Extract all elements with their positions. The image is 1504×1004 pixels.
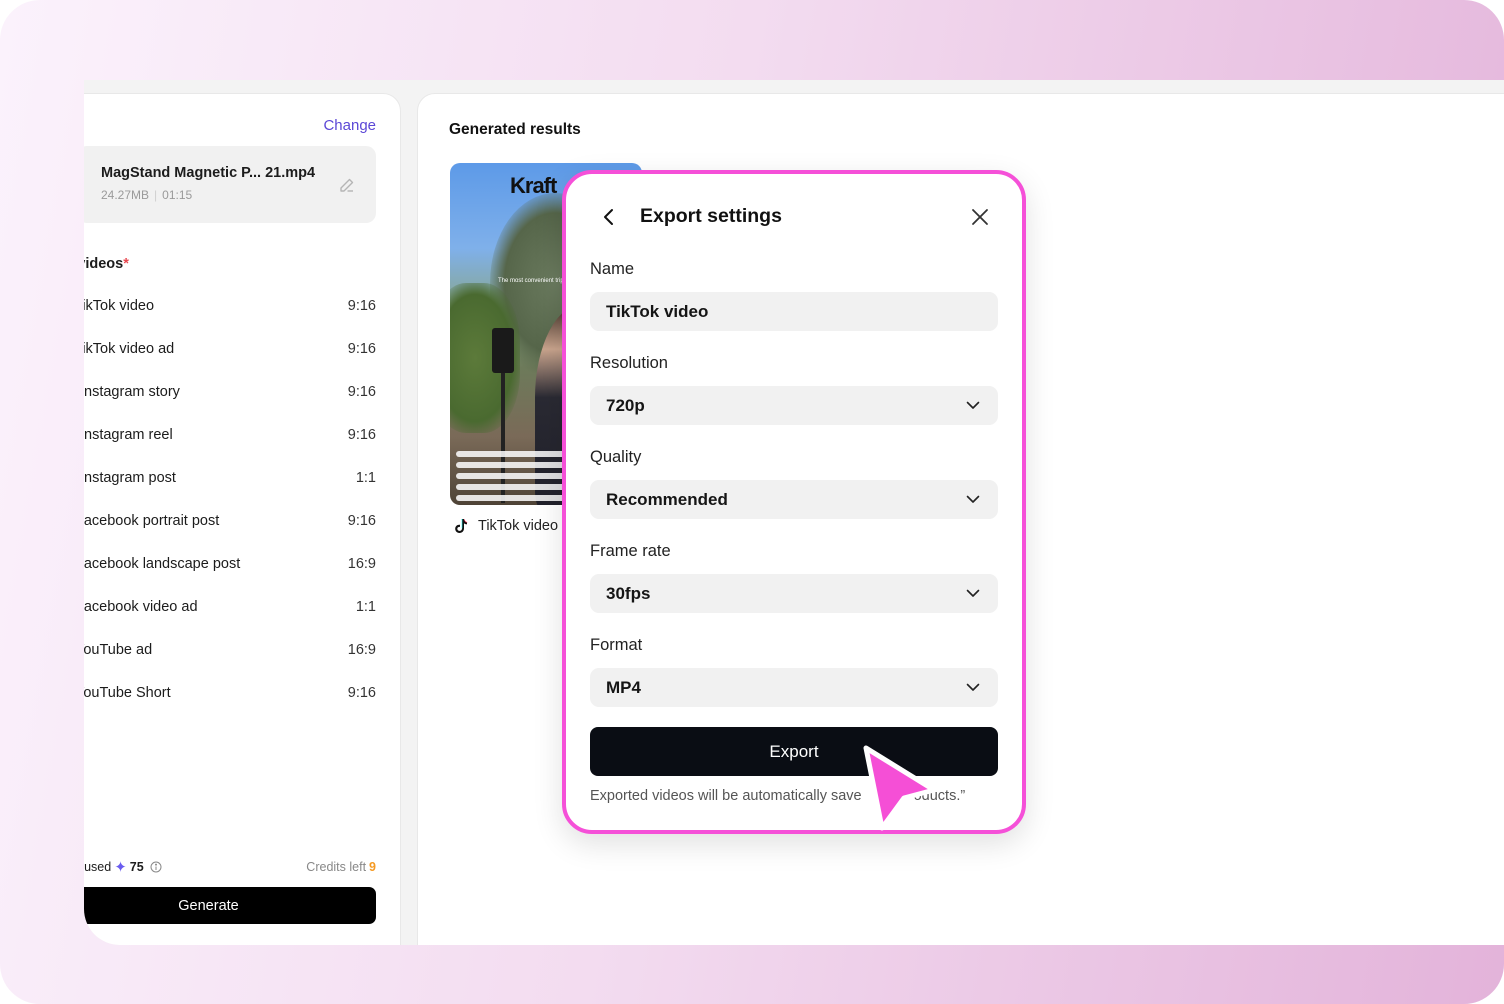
platform-label: Facebook video ad	[84, 598, 198, 615]
platform-label: Instagram reel	[84, 426, 173, 443]
frame-rate-label: Frame rate	[590, 542, 671, 560]
credits-row: Credits used ✦75 Credits left9	[84, 857, 376, 877]
thumbnail-label-text: TikTok video	[478, 518, 559, 534]
platform-label: TikTok video	[84, 297, 155, 314]
close-icon[interactable]	[970, 207, 990, 227]
resolution-value: 720p	[606, 395, 645, 415]
thumbnail-phone	[492, 328, 514, 373]
chevron-down-icon	[966, 683, 980, 691]
platform-item[interactable]: Instagram story 9:16	[84, 370, 376, 413]
platform-item[interactable]: Facebook portrait post 9:16	[84, 499, 376, 542]
credits-left-value: 9	[369, 860, 376, 874]
platform-label: Instagram post	[84, 469, 176, 486]
aspect-ratio: 1:1	[355, 469, 376, 486]
source-file-card: MagStand Magnetic P... 21.mp4 24.27MB | 01…	[84, 146, 376, 223]
platform-item[interactable]: YouTube Short 9:16	[84, 671, 376, 714]
info-icon[interactable]	[150, 861, 162, 873]
chevron-left-icon[interactable]	[600, 207, 618, 227]
export-settings-dialog: Export settings Name Resolution 720p Qua…	[562, 170, 1026, 834]
credits-used: Credits used ✦75	[84, 858, 162, 876]
aspect-ratio: 9:16	[347, 383, 376, 400]
chevron-down-icon	[966, 589, 980, 597]
platform-item[interactable]: Facebook landscape post 16:9	[84, 542, 376, 585]
name-input[interactable]	[606, 301, 998, 322]
format-label: Format	[590, 636, 643, 654]
source-settings-panel: Change MagStand Magnetic P... 21.mp4 24.…	[84, 93, 401, 945]
edit-icon[interactable]	[338, 176, 356, 194]
platform-label: Facebook landscape post	[84, 555, 241, 572]
frame-rate-select[interactable]: 30fps	[590, 574, 998, 613]
credits-used-value: 75	[129, 860, 144, 874]
background-frame: Change MagStand Magnetic P... 21.mp4 24.…	[0, 0, 1504, 1004]
name-field[interactable]	[590, 292, 998, 331]
file-name: MagStand Magnetic P... 21.mp4	[101, 165, 316, 181]
meta-separator: |	[154, 188, 158, 202]
credits-left-label: Credits left	[306, 860, 367, 874]
sparkle-icon: ✦	[114, 859, 127, 876]
resolution-label: Resolution	[590, 354, 668, 372]
required-mark: *	[123, 256, 129, 272]
platforms-heading-text: Platforms for videos	[84, 256, 124, 272]
thumbnail-logo: Kraft	[510, 173, 557, 198]
quality-value: Recommended	[606, 489, 728, 509]
thumbnail-label: TikTok video	[454, 518, 558, 534]
credits-left: Credits left 9	[306, 860, 376, 874]
credits-used-label: Credits used	[84, 860, 112, 874]
platform-item[interactable]: Instagram reel 9:16	[84, 413, 376, 456]
platform-item[interactable]: TikTok video 9:16	[84, 284, 376, 327]
generate-button[interactable]: Generate	[84, 887, 376, 924]
aspect-ratio: 9:16	[347, 426, 376, 443]
platform-label: Instagram story	[84, 383, 180, 400]
platform-item[interactable]: Facebook video ad 1:1	[84, 585, 376, 628]
aspect-ratio: 9:16	[347, 297, 376, 314]
platform-label: YouTube Short	[84, 684, 171, 701]
dialog-title: Export settings	[640, 205, 782, 227]
platforms-heading: Platforms for videos*	[84, 256, 129, 272]
aspect-ratio: 16:9	[347, 555, 376, 572]
platform-item[interactable]: YouTube ad 16:9	[84, 628, 376, 671]
platform-label: TikTok video ad	[84, 340, 175, 357]
change-source-link[interactable]: Change	[323, 117, 376, 134]
aspect-ratio: 9:16	[347, 512, 376, 529]
aspect-ratio: 9:16	[347, 340, 376, 357]
platform-item[interactable]: TikTok video ad 9:16	[84, 327, 376, 370]
chevron-down-icon	[966, 495, 980, 503]
format-value: MP4	[606, 677, 641, 697]
tiktok-icon	[455, 519, 468, 533]
aspect-ratio: 16:9	[347, 641, 376, 658]
format-select[interactable]: MP4	[590, 668, 998, 707]
file-duration: 01:15	[162, 188, 193, 202]
name-label: Name	[590, 260, 635, 278]
quality-select[interactable]: Recommended	[590, 480, 998, 519]
thumbnail-caption: The most convenient tripod	[498, 278, 571, 284]
platform-list: TikTok video 9:16 TikTok video ad 9:16 Ins…	[84, 284, 376, 714]
file-meta: 24.27MB | 01:15	[101, 188, 192, 202]
pointer-cursor-icon	[863, 745, 937, 831]
chevron-down-icon	[966, 401, 980, 409]
aspect-ratio: 1:1	[355, 598, 376, 615]
quality-label: Quality	[590, 448, 642, 466]
results-title: Generated results	[449, 121, 581, 138]
aspect-ratio: 9:16	[347, 684, 376, 701]
resolution-select[interactable]: 720p	[590, 386, 998, 425]
platform-label: Facebook portrait post	[84, 512, 220, 529]
platform-item[interactable]: Instagram post 1:1	[84, 456, 376, 499]
file-size: 24.27MB	[101, 188, 150, 202]
footnote-start: Exported videos will be automatically sa…	[590, 788, 862, 804]
platform-label: YouTube ad	[84, 641, 153, 658]
frame-rate-value: 30fps	[606, 583, 651, 603]
